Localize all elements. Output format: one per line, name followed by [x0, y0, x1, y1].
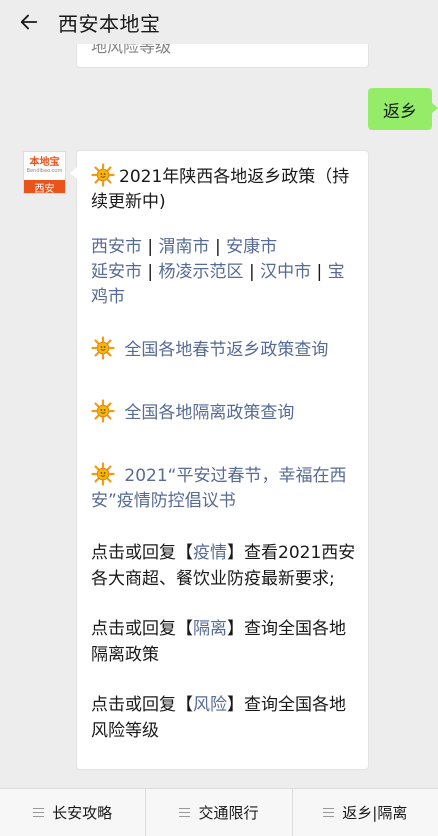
avatar-city: 西安 [24, 180, 65, 193]
avatar-logo: 本地宝 Bendibao.com [24, 152, 65, 180]
sun-icon [91, 163, 115, 187]
bottom-menu-bar: 长安攻略 交通限行 返乡|隔离 [0, 788, 438, 836]
my-message-bubble[interactable]: 返乡 [368, 88, 438, 130]
sun-icon [91, 462, 115, 486]
reply-message-card: 2021年陕西各地返乡政策（持续更新中) 西安市 | 渭南市 | 安康市 延安市… [70, 150, 369, 770]
city-link-yanan[interactable]: 延安市 [91, 262, 142, 282]
keyword-epidemic-link[interactable]: 疫情 [193, 543, 227, 563]
back-button[interactable] [0, 0, 58, 44]
menu-item-return-quarantine[interactable]: 返乡|隔离 [293, 789, 438, 836]
top-bar: 西安本地宝 [0, 0, 438, 44]
reply-paragraph-quarantine: 点击或回复【隔离】查询全国各地隔离政策 [91, 619, 346, 665]
city-link-xian[interactable]: 西安市 [91, 237, 142, 257]
city-link-hanzhong[interactable]: 汉中市 [260, 262, 311, 282]
quarantine-policy-link[interactable]: 全国各地隔离政策查询 [91, 399, 356, 426]
city-link-weinan[interactable]: 渭南市 [159, 237, 210, 257]
reply-paragraph-risk: 点击或回复【风险】查询全国各地风险等级 [91, 695, 346, 741]
menu-list-icon [323, 808, 335, 817]
reply-paragraph-epidemic: 点击或回复【疫情】查看2021西安各大商超、餐饮业防疫最新要求; [91, 543, 356, 589]
menu-item-traffic-restriction[interactable]: 交通限行 [146, 789, 293, 836]
spring-return-policy-link[interactable]: 全国各地春节返乡政策查询 [91, 336, 356, 363]
menu-item-changan-guide[interactable]: 长安攻略 [0, 789, 147, 836]
page-title: 西安本地宝 [58, 11, 161, 36]
menu-list-icon [179, 808, 191, 817]
proposal-link[interactable]: 2021“平安过春节，幸福在西安”疫情防控倡议书 [91, 462, 356, 514]
reply-heading: 2021年陕西各地返乡政策（持续更新中) [91, 163, 356, 215]
city-link-yangling[interactable]: 杨凌示范区 [159, 262, 244, 282]
menu-list-icon [33, 808, 45, 817]
keyword-quarantine-link[interactable]: 隔离 [193, 619, 227, 639]
keyword-risk-link[interactable]: 风险 [193, 695, 227, 715]
sun-icon [91, 336, 115, 360]
avatar[interactable]: 本地宝 Bendibao.com 西安 [23, 151, 66, 194]
city-link-ankang[interactable]: 安康市 [226, 237, 277, 257]
sun-icon [91, 399, 115, 423]
city-links: 西安市 | 渭南市 | 安康市 延安市 | 杨凌示范区 | 汉中市 | 宝鸡市 [91, 237, 345, 307]
my-message-text: 返乡 [383, 101, 417, 122]
back-arrow-icon [20, 14, 38, 30]
